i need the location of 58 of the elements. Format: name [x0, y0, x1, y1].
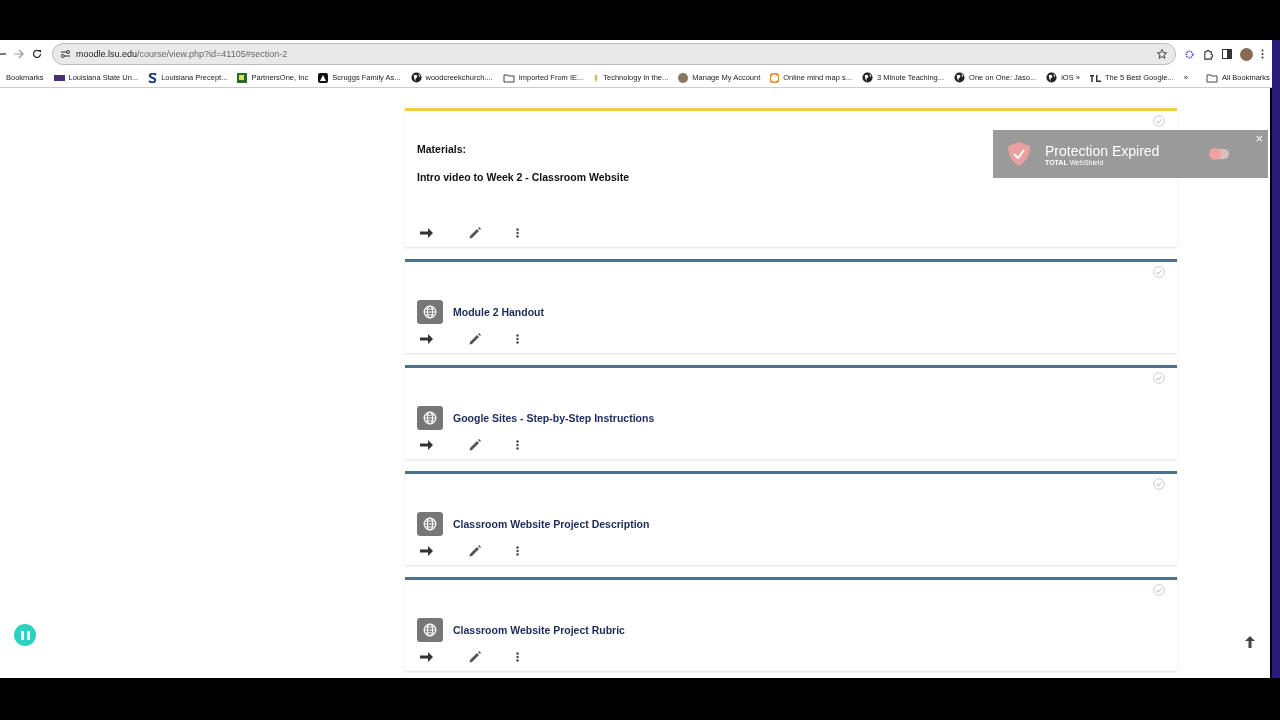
more-options-icon[interactable] — [516, 228, 519, 238]
more-options-icon[interactable] — [516, 652, 519, 662]
globe-icon — [417, 618, 443, 642]
tiger-logo-icon — [53, 74, 65, 81]
avatar-icon[interactable] — [1240, 47, 1253, 61]
triangle-logo-icon — [318, 72, 329, 83]
folder-icon — [502, 72, 515, 83]
back-to-top-icon[interactable] — [1243, 635, 1257, 649]
shield-icon — [1007, 141, 1031, 167]
pencil-icon[interactable] — [469, 545, 481, 557]
reload-icon[interactable] — [32, 49, 42, 59]
more-options-icon[interactable] — [516, 546, 519, 556]
completion-check-icon[interactable] — [1153, 584, 1165, 596]
completion-check-icon[interactable] — [1153, 115, 1165, 127]
label-text: Intro video to Week 2 - Classroom Website — [417, 171, 629, 183]
address-bar[interactable]: moodle.lsu.edu/course/view.php?id=41105#section-2 — [52, 43, 1176, 65]
globe-icon — [417, 406, 443, 430]
leaf-icon — [593, 72, 600, 83]
arrow-right-icon[interactable] — [420, 651, 434, 663]
arrow-right-icon[interactable] — [420, 439, 434, 451]
globe-icon — [1046, 72, 1058, 83]
arrow-right-icon[interactable] — [420, 333, 434, 345]
globe-icon — [954, 72, 966, 83]
tl-logo-icon — [1089, 73, 1101, 82]
arrow-right-icon[interactable] — [420, 545, 434, 557]
pencil-icon[interactable] — [469, 651, 481, 663]
gear-icon[interactable] — [1184, 48, 1195, 60]
completion-check-icon[interactable] — [1153, 478, 1165, 490]
round-logo-icon — [678, 72, 689, 83]
s-logo-icon — [148, 72, 158, 83]
url-text: moodle.lsu.edu/course/view.php?id=41105#section-2 — [76, 49, 288, 59]
more-options-icon[interactable] — [516, 440, 519, 450]
activity-link[interactable]: Classroom Website Project Rubric — [453, 624, 625, 636]
hexagon-logo-icon — [770, 72, 780, 83]
menu-icon[interactable] — [1261, 49, 1264, 59]
label-text: Materials: — [417, 143, 467, 155]
globe-icon — [410, 72, 422, 83]
more-options-icon[interactable] — [516, 334, 519, 344]
pencil-icon[interactable] — [469, 439, 481, 451]
pencil-icon[interactable] — [469, 227, 481, 239]
side-panel-icon[interactable] — [1222, 49, 1232, 59]
completion-check-icon[interactable] — [1153, 372, 1165, 384]
square-logo-icon — [237, 72, 248, 83]
activity-link[interactable]: Classroom Website Project Description — [453, 518, 650, 530]
arrow-right-icon[interactable] — [420, 227, 434, 239]
folder-icon — [1205, 72, 1218, 83]
completion-check-icon[interactable] — [1153, 266, 1165, 278]
star-icon[interactable] — [1157, 49, 1167, 59]
globe-icon — [417, 512, 443, 536]
activity-link[interactable]: Module 2 Handout — [453, 306, 544, 318]
forward-icon[interactable] — [14, 49, 24, 59]
toast-title: Protection Expired — [1045, 142, 1160, 159]
globe-icon — [862, 72, 874, 83]
toggle-icon[interactable] — [1207, 147, 1232, 161]
site-settings-icon[interactable] — [61, 50, 70, 58]
pencil-icon[interactable] — [469, 333, 481, 345]
activity-link[interactable]: Google Sites - Step-by-Step Instructions — [453, 412, 655, 424]
globe-icon — [417, 300, 443, 324]
